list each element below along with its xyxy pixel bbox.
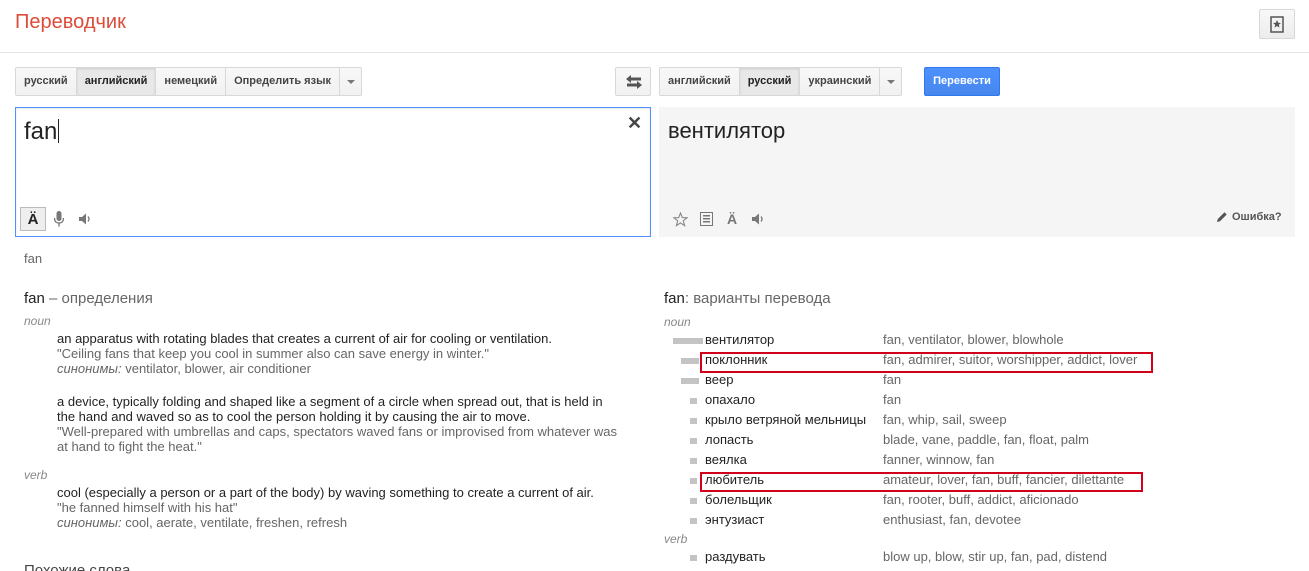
variant-synonyms: blade, vane, paddle, fan, float, palm: [883, 432, 1089, 447]
variant-synonyms: fan, whip, sail, sweep: [883, 412, 1007, 427]
frequency-bar: [690, 478, 697, 484]
variant-word[interactable]: энтузиаст: [705, 510, 764, 530]
variant-word[interactable]: вентилятор: [705, 330, 774, 350]
frequency-bar: [673, 338, 703, 344]
frequency-bar: [681, 378, 699, 384]
synonyms-line: синонимы: cool, aerate, ventilate, fresh…: [57, 515, 348, 530]
star-icon[interactable]: [667, 207, 693, 231]
synonyms-line: синонимы: ventilator, blower, air condit…: [57, 361, 311, 376]
translation-variants-panel: fan: варианты перевода noun вентилятор fa…: [664, 290, 1294, 567]
swap-icon: [626, 75, 642, 89]
variant-row: любитель amateur, lover, fan, buff, fanci…: [664, 470, 1294, 490]
frequency-bar: [690, 458, 697, 464]
target-lang-russian[interactable]: русский: [739, 67, 801, 96]
translation-tools: Ä: [667, 207, 771, 231]
frequency-bar: [690, 555, 697, 561]
variant-synonyms: fan: [883, 392, 902, 407]
definitions-title: fan – определения: [24, 290, 153, 307]
variants-noun-list: вентилятор fan, ventilator, blower, blowh…: [664, 330, 1294, 530]
variant-word[interactable]: веялка: [705, 450, 747, 470]
variant-row: энтузиаст enthusiast, fan, devotee: [664, 510, 1294, 530]
virtual-keyboard-icon[interactable]: Ä: [20, 207, 46, 231]
source-lang-dropdown[interactable]: [339, 67, 362, 96]
phrasebook-icon: [1270, 16, 1284, 33]
source-lang-detect[interactable]: Определить язык: [226, 67, 340, 96]
definition-text: cool (especially a person or a part of t…: [57, 485, 594, 500]
translate-button[interactable]: Перевести: [924, 67, 1000, 96]
pos-verb: verb: [664, 532, 688, 546]
source-text: fan: [24, 118, 60, 145]
variant-row: опахало fan: [664, 390, 1294, 410]
app-header: Переводчик: [0, 0, 1309, 53]
target-lang-dropdown[interactable]: [880, 67, 903, 96]
variant-synonyms: enthusiast, fan, devotee: [883, 512, 1022, 527]
variant-word[interactable]: веер: [705, 370, 733, 390]
source-tools: Ä: [20, 207, 98, 231]
target-lang-english[interactable]: английский: [659, 67, 740, 96]
definition-text: a device, typically folding and shaped l…: [57, 394, 603, 424]
swap-languages-button[interactable]: [615, 67, 651, 96]
speaker-icon[interactable]: [72, 207, 98, 231]
variant-word[interactable]: крыло ветряной мельницы: [705, 410, 866, 430]
variant-row: веер fan: [664, 370, 1294, 390]
variants-title: fan: варианты перевода: [664, 290, 831, 307]
source-language-bar: русский английский немецкий Определить я…: [15, 67, 362, 96]
variant-word[interactable]: болельщик: [705, 490, 772, 510]
frequency-bar: [690, 498, 697, 504]
variant-synonyms: amateur, lover, fan, buff, fancier, dile…: [883, 472, 1125, 487]
variants-verb-list: раздувать blow up, blow, stir up, fan, pa…: [664, 547, 1294, 567]
report-error-link[interactable]: Ошибка?: [1216, 211, 1282, 223]
phrasebook-button[interactable]: [1259, 9, 1295, 39]
similar-words-title: Похожие слова: [24, 562, 131, 571]
frequency-bar: [690, 438, 697, 444]
source-lang-english[interactable]: английский: [76, 67, 157, 96]
frequency-bar: [681, 358, 699, 364]
pos-verb: verb: [24, 468, 48, 482]
target-language-bar: английский русский украинский: [659, 67, 903, 96]
source-textarea[interactable]: fan ✕ Ä: [15, 107, 651, 237]
source-lang-german[interactable]: немецкий: [156, 67, 227, 96]
pencil-icon: [1217, 212, 1227, 222]
pos-noun: noun: [24, 314, 51, 328]
target-lang-ukrainian[interactable]: украинский: [800, 67, 881, 96]
definition-example: "Ceiling fans that keep you cool in summ…: [57, 346, 489, 361]
transliteration-icon[interactable]: Ä: [719, 207, 745, 231]
variant-row: веялка fanner, winnow, fan: [664, 450, 1294, 470]
source-word-echo: fan: [24, 251, 43, 266]
variant-synonyms: fan: [883, 372, 902, 387]
source-lang-russian[interactable]: русский: [15, 67, 77, 96]
variant-row: поклонник fan, admirer, suitor, worshippe…: [664, 350, 1294, 370]
app-title: Переводчик: [15, 11, 126, 33]
frequency-bar: [690, 418, 697, 424]
variant-row: лопасть blade, vane, paddle, fan, float, …: [664, 430, 1294, 450]
select-all-icon[interactable]: [693, 207, 719, 231]
pos-noun: noun: [664, 315, 691, 329]
definitions-panel: fan – определения noun an apparatus with…: [24, 290, 634, 530]
variant-word[interactable]: опахало: [705, 390, 755, 410]
translation-text: вентилятор: [668, 118, 786, 143]
variant-word[interactable]: поклонник: [705, 350, 767, 370]
variant-synonyms: fan, rooter, buff, addict, aficionado: [883, 492, 1079, 507]
variant-synonyms: fan, admirer, suitor, worshipper, addict…: [883, 352, 1138, 367]
frequency-bar: [690, 398, 697, 404]
definition-text: an apparatus with rotating blades that c…: [57, 331, 553, 346]
variant-row: крыло ветряной мельницы fan, whip, sail, …: [664, 410, 1294, 430]
clear-icon[interactable]: ✕: [627, 113, 642, 134]
variant-synonyms: fanner, winnow, fan: [883, 452, 995, 467]
variant-row: болельщик fan, rooter, buff, addict, afic…: [664, 490, 1294, 510]
variant-word[interactable]: любитель: [705, 470, 764, 490]
frequency-bar: [690, 518, 697, 524]
variant-word[interactable]: раздувать: [705, 547, 766, 567]
definition-example: "he fanned himself with his hat": [57, 500, 238, 515]
variant-word[interactable]: лопасть: [705, 430, 753, 450]
definition-example: "Well-prepared with umbrellas and caps, …: [57, 424, 618, 454]
variant-synonyms: fan, ventilator, blower, blowhole: [883, 332, 1064, 347]
variant-synonyms: blow up, blow, stir up, fan, pad, disten…: [883, 549, 1108, 564]
variant-row: вентилятор fan, ventilator, blower, blowh…: [664, 330, 1294, 350]
text-caret: [58, 119, 60, 143]
translation-output: вентилятор Ä Ошибка?: [659, 107, 1295, 237]
variant-row: раздувать blow up, blow, stir up, fan, pa…: [664, 547, 1294, 567]
speaker-icon[interactable]: [745, 207, 771, 231]
microphone-icon[interactable]: [46, 207, 72, 231]
